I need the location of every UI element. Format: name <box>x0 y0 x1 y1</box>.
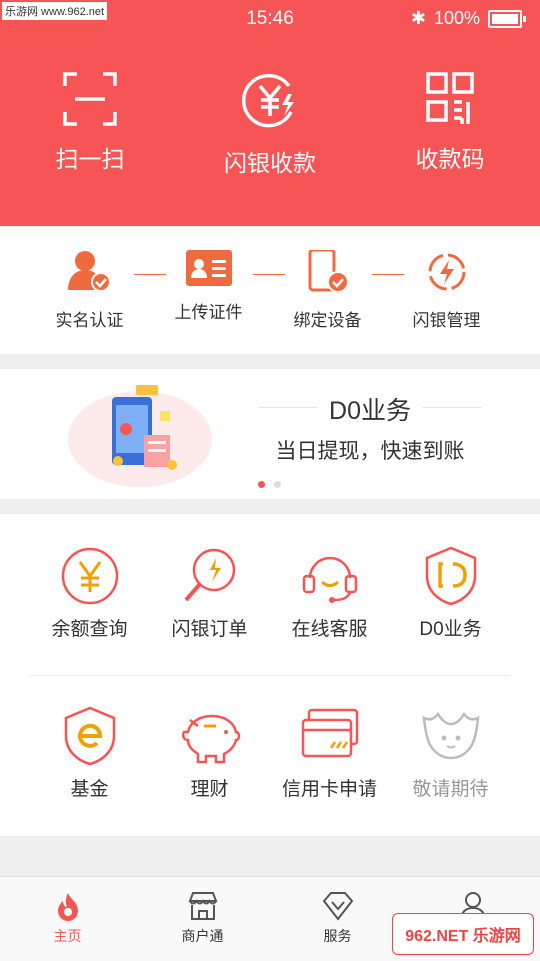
step-label: 上传证件 <box>174 303 243 322</box>
qr-code-label: 收款码 <box>415 146 485 172</box>
bluetooth-icon: ✱ <box>410 8 426 28</box>
id-card-icon <box>185 250 232 286</box>
tab-merchant[interactable]: 商户通 <box>135 891 270 946</box>
tab-label: 服务 <box>323 928 352 944</box>
step-flash-manage[interactable]: 闪银管理 <box>379 250 514 331</box>
d0-shield-icon <box>425 546 476 606</box>
flash-collect-button[interactable]: 闪银收款 <box>180 72 360 178</box>
cell-label: 在线客服 <box>291 619 368 640</box>
banner-title: D0业务 <box>329 397 411 425</box>
tab-home[interactable]: 主页 <box>0 891 135 946</box>
diamond-icon <box>322 892 353 921</box>
yuan-circle-icon <box>61 547 118 605</box>
coming-soon-icon <box>422 711 479 760</box>
tab-label: 商户通 <box>181 928 224 944</box>
tab-label: 主页 <box>53 928 82 944</box>
bottom-tabbar: 主页 商户通 服务 我的 962.NET 乐游网 <box>0 876 540 961</box>
online-support-button[interactable]: 在线客服 <box>262 546 397 641</box>
step-label: 实名认证 <box>55 311 124 330</box>
battery-percent: 100% <box>433 8 480 28</box>
flash-orders-button[interactable]: 闪银订单 <box>142 546 277 641</box>
qr-code-button[interactable]: 收款码 <box>360 72 540 174</box>
watermark-bottom: 962.NET 乐游网 <box>392 913 534 955</box>
cell-label: D0业务 <box>419 619 482 640</box>
step-label: 绑定设备 <box>293 311 362 330</box>
scan-icon <box>63 72 117 126</box>
qr-code-icon <box>426 72 474 124</box>
banner-dot[interactable] <box>274 481 281 488</box>
yuan-flash-icon <box>242 73 294 128</box>
banner-illustration <box>68 385 212 487</box>
banner-dot-active[interactable] <box>258 481 265 488</box>
scan-label: 扫一扫 <box>55 146 125 172</box>
flash-collect-label: 闪银收款 <box>224 150 316 176</box>
cell-label: 余额查询 <box>51 619 128 640</box>
home-flame-icon <box>57 893 78 921</box>
scan-button[interactable]: 扫一扫 <box>0 72 180 174</box>
cell-label: 敬请期待 <box>412 779 489 800</box>
step-bind-device[interactable]: 绑定设备 <box>260 250 395 331</box>
cell-label: 理财 <box>190 779 229 800</box>
status-right: ✱ 100% <box>411 8 526 29</box>
lightning-cycle-icon <box>428 253 465 291</box>
step-real-name[interactable]: 实名认证 <box>22 250 157 331</box>
piggy-bank-icon <box>181 714 240 764</box>
battery-icon <box>488 9 522 28</box>
tab-service[interactable]: 服务 <box>270 891 405 946</box>
search-flash-icon <box>183 548 235 602</box>
d0-service-button[interactable]: D0业务 <box>383 546 518 641</box>
fund-button[interactable]: 基金 <box>22 706 157 801</box>
cell-label: 信用卡申请 <box>281 779 377 800</box>
coming-soon-button[interactable]: 敬请期待 <box>383 706 518 801</box>
phone-check-icon <box>308 250 349 293</box>
onboarding-steps: 实名认证 上传证件 绑定设备 闪银管理 <box>0 226 540 354</box>
banner-subtitle: 当日提现，快速到账 <box>275 440 465 463</box>
user-check-icon <box>67 251 111 292</box>
promo-banner[interactable]: D0业务 当日提现，快速到账 <box>0 369 540 499</box>
wealth-button[interactable]: 理财 <box>142 706 277 801</box>
credit-card-icon <box>301 708 358 758</box>
balance-query-button[interactable]: 余额查询 <box>22 546 157 641</box>
fund-shield-icon <box>64 706 115 766</box>
step-upload-id[interactable]: 上传证件 <box>141 250 276 323</box>
service-grid: 余额查询 闪银订单 在线客服 D0业务 基金 理财 信用卡申请 敬请期待 <box>0 514 540 836</box>
headset-icon <box>302 556 357 603</box>
cell-label: 闪银订单 <box>171 619 248 640</box>
credit-card-apply-button[interactable]: 信用卡申请 <box>262 706 397 801</box>
step-label: 闪银管理 <box>412 311 481 330</box>
store-icon <box>188 892 217 920</box>
cell-label: 基金 <box>70 779 109 800</box>
